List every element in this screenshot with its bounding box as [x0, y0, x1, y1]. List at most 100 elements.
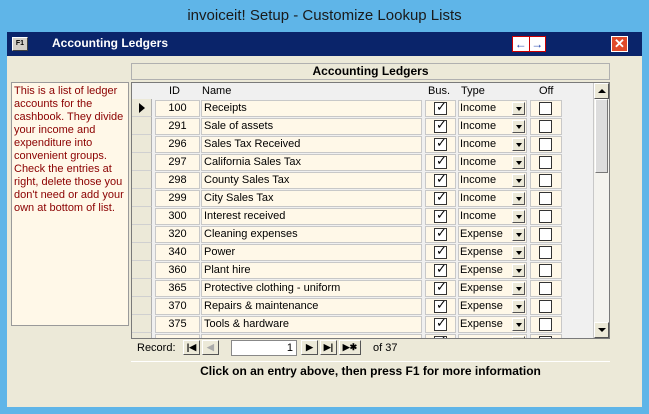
off-checkbox[interactable]	[539, 174, 552, 187]
column-header-off[interactable]: Off	[539, 85, 553, 97]
record-number-input[interactable]: 1	[231, 340, 297, 356]
grid-vertical-scrollbar[interactable]	[593, 83, 609, 338]
chevron-down-icon[interactable]	[512, 192, 525, 205]
off-checkbox[interactable]	[539, 120, 552, 133]
cell-name[interactable]: Repairs & maintenance	[201, 298, 422, 315]
chevron-down-icon[interactable]	[512, 210, 525, 223]
column-header-type[interactable]: Type	[461, 85, 485, 97]
off-checkbox[interactable]	[539, 192, 552, 205]
chevron-down-icon[interactable]	[512, 174, 525, 187]
table-row[interactable]: 300Interest received Income	[132, 207, 595, 225]
off-checkbox[interactable]	[539, 102, 552, 115]
cell-name[interactable]: Plant hire	[201, 262, 422, 279]
cell-name[interactable]: City Sales Tax	[201, 190, 422, 207]
row-selector[interactable]	[132, 225, 152, 243]
off-checkbox[interactable]	[539, 228, 552, 241]
off-checkbox[interactable]	[539, 300, 552, 313]
bus-checkbox[interactable]	[434, 155, 447, 169]
scroll-down-icon[interactable]	[594, 322, 609, 338]
row-selector[interactable]	[132, 153, 152, 171]
off-checkbox[interactable]	[539, 264, 552, 277]
row-selector[interactable]	[132, 315, 152, 333]
close-icon[interactable]: ✕	[611, 36, 628, 52]
type-select-value[interactable]: Expense	[460, 228, 503, 240]
off-checkbox[interactable]	[539, 156, 552, 169]
table-row[interactable]: 365Protective clothing - uniform Expense	[132, 279, 595, 297]
cell-name[interactable]: County Sales Tax	[201, 172, 422, 189]
cell-name[interactable]: Receipts	[201, 100, 422, 117]
row-selector[interactable]	[132, 135, 152, 153]
type-select-value[interactable]: Expense	[460, 318, 503, 330]
last-record-icon[interactable]: ▶|	[320, 340, 337, 355]
off-checkbox[interactable]	[539, 282, 552, 295]
prev-record-icon[interactable]: ◀	[202, 340, 219, 355]
type-select-value[interactable]: Income	[460, 138, 496, 150]
cell-name[interactable]: Sales Tax Received	[201, 136, 422, 153]
cell-id[interactable]: 300	[155, 208, 200, 225]
cell-name[interactable]: Cleaning expenses	[201, 226, 422, 243]
table-row[interactable]: 291Sale of assets Income	[132, 117, 595, 135]
row-selector[interactable]	[132, 189, 152, 207]
row-selector[interactable]	[132, 171, 152, 189]
chevron-down-icon[interactable]	[512, 138, 525, 151]
type-select-value[interactable]: Income	[460, 102, 496, 114]
chevron-down-icon[interactable]	[512, 120, 525, 133]
type-select-value[interactable]: Income	[460, 120, 496, 132]
cell-id[interactable]: 296	[155, 136, 200, 153]
table-row[interactable]: 297California Sales Tax Income	[132, 153, 595, 171]
bus-checkbox[interactable]	[434, 119, 447, 133]
type-select-value[interactable]: Income	[460, 210, 496, 222]
type-select-value[interactable]: Expense	[460, 264, 503, 276]
cell-name[interactable]: Interest received	[201, 208, 422, 225]
bus-checkbox[interactable]	[434, 191, 447, 205]
row-selector[interactable]	[132, 297, 152, 315]
cell-id[interactable]: 360	[155, 262, 200, 279]
type-select-value[interactable]: Income	[460, 174, 496, 186]
chevron-down-icon[interactable]	[512, 264, 525, 277]
off-checkbox[interactable]	[539, 318, 552, 331]
cell-id[interactable]: 299	[155, 190, 200, 207]
row-selector[interactable]	[132, 243, 152, 261]
table-row[interactable]: 360Plant hire Expense	[132, 261, 595, 279]
table-row[interactable]: 370Repairs & maintenance Expense	[132, 297, 595, 315]
bus-checkbox[interactable]	[434, 281, 447, 295]
arrow-left-icon[interactable]: ←	[513, 37, 530, 51]
cell-id[interactable]: 340	[155, 244, 200, 261]
bus-checkbox[interactable]	[434, 173, 447, 187]
off-checkbox[interactable]	[539, 210, 552, 223]
table-row[interactable]: 298County Sales Tax Income	[132, 171, 595, 189]
column-header-name[interactable]: Name	[202, 85, 231, 97]
cell-name[interactable]: Power	[201, 244, 422, 261]
f1-help-button[interactable]: F1	[12, 37, 28, 51]
bus-checkbox[interactable]	[434, 263, 447, 277]
chevron-down-icon[interactable]	[512, 156, 525, 169]
type-select-value[interactable]: Income	[460, 192, 496, 204]
off-checkbox[interactable]	[539, 246, 552, 259]
row-selector[interactable]	[132, 99, 152, 117]
chevron-down-icon[interactable]	[512, 282, 525, 295]
cell-id[interactable]: 100	[155, 100, 200, 117]
cell-id[interactable]: 291	[155, 118, 200, 135]
new-record-icon[interactable]: ▶✱	[339, 340, 361, 355]
cell-id[interactable]: 320	[155, 226, 200, 243]
cell-id[interactable]: 375	[155, 316, 200, 333]
chevron-down-icon[interactable]	[512, 318, 525, 331]
bus-checkbox[interactable]	[434, 227, 447, 241]
next-record-icon[interactable]: ▶	[301, 340, 318, 355]
table-row[interactable]: 100Receipts Income	[132, 99, 595, 117]
table-row[interactable]: 320Cleaning expenses Expense	[132, 225, 595, 243]
row-selector[interactable]	[132, 117, 152, 135]
row-selector[interactable]	[132, 207, 152, 225]
cell-name[interactable]: California Sales Tax	[201, 154, 422, 171]
bus-checkbox[interactable]	[434, 209, 447, 223]
bus-checkbox[interactable]	[434, 317, 447, 331]
cell-id[interactable]: 370	[155, 298, 200, 315]
type-select-value[interactable]: Expense	[460, 300, 503, 312]
cell-name[interactable]: Protective clothing - uniform	[201, 280, 422, 297]
row-selector[interactable]	[132, 261, 152, 279]
bus-checkbox[interactable]	[434, 245, 447, 259]
cell-id[interactable]: 298	[155, 172, 200, 189]
type-select-value[interactable]: Expense	[460, 246, 503, 258]
table-row[interactable]: 375Tools & hardware Expense	[132, 315, 595, 333]
chevron-down-icon[interactable]	[512, 300, 525, 313]
